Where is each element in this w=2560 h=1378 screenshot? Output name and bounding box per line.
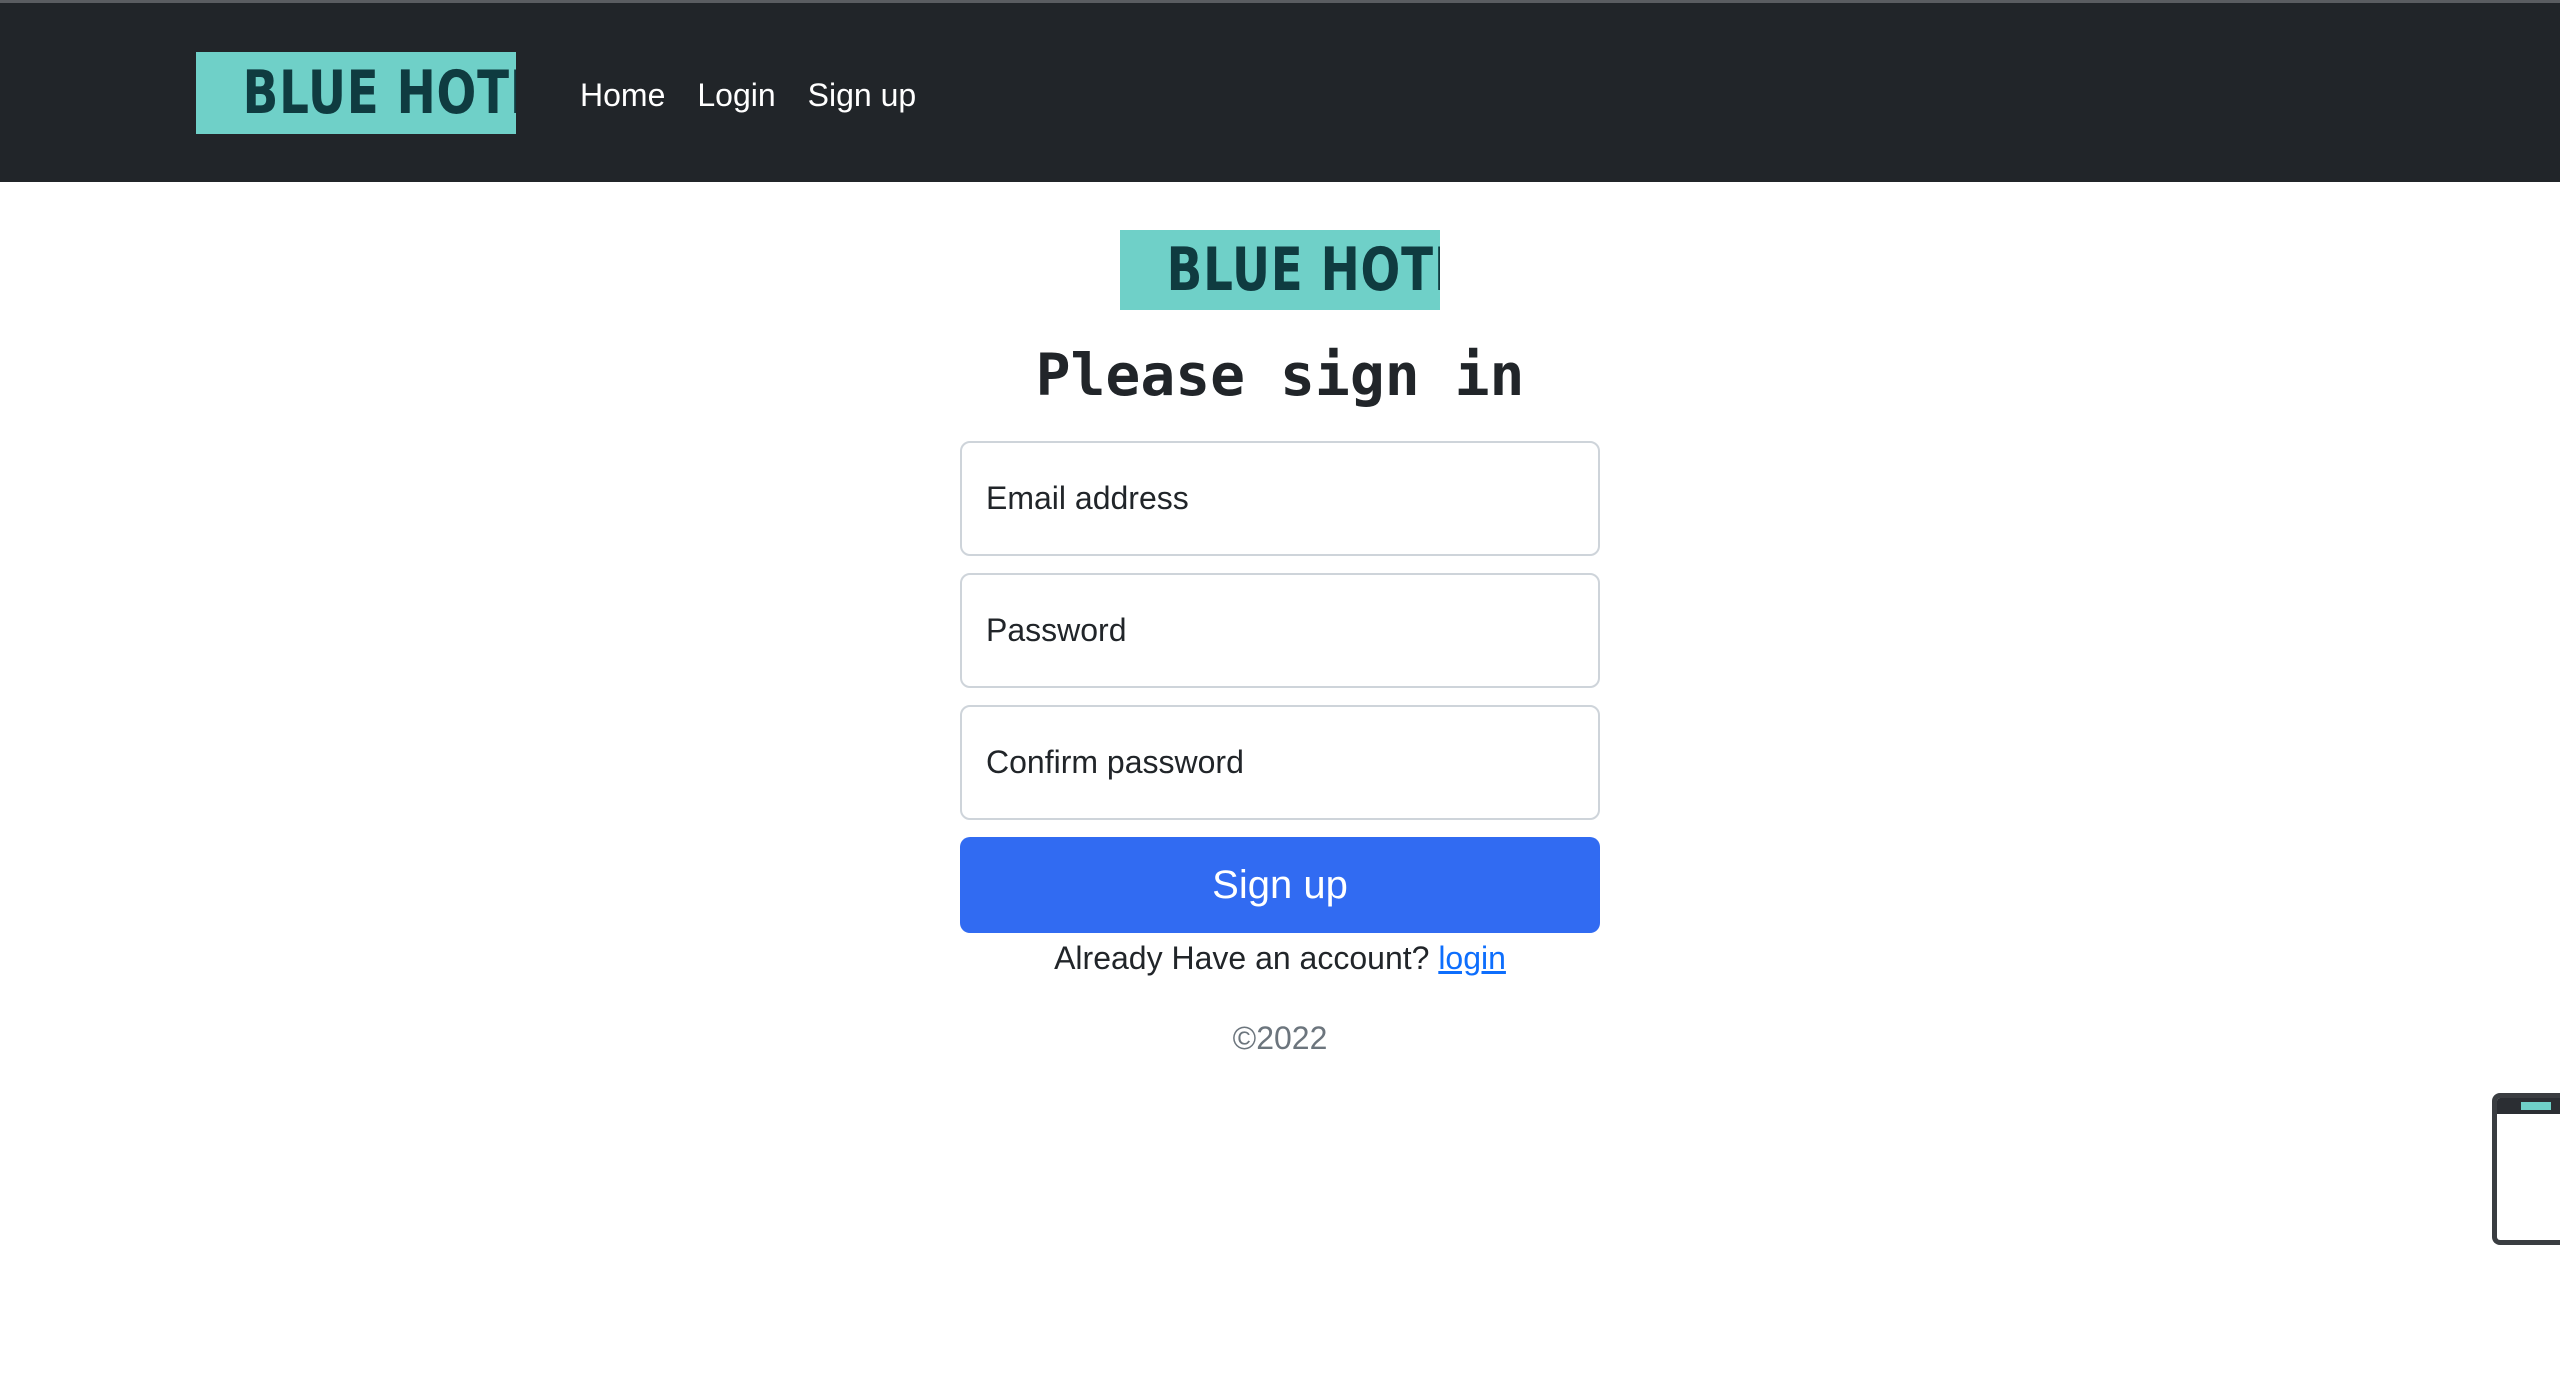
thumbnail-logo — [2521, 1102, 2551, 1110]
nav-link-login[interactable]: Login — [697, 73, 775, 117]
page-preview-thumbnail[interactable] — [2492, 1093, 2560, 1245]
confirm-password-input[interactable] — [962, 707, 1598, 818]
navbar-logo[interactable]: BLUE HOTEL — [196, 52, 516, 134]
login-link[interactable]: login — [1438, 940, 1506, 976]
form-logo: BLUE HOTEL — [1120, 230, 1440, 310]
confirm-password-field-wrapper — [960, 705, 1600, 820]
email-field-wrapper — [960, 441, 1600, 556]
form-logo-text: BLUE HOTEL — [1166, 235, 1440, 305]
existing-account-line: Already Have an account? login — [0, 936, 2560, 980]
nav-link-signup[interactable]: Sign up — [808, 73, 917, 117]
nav-link-home[interactable]: Home — [580, 73, 665, 117]
page-title: Please sign in — [1035, 341, 1525, 409]
navbar-logo-text: BLUE HOTEL — [242, 58, 516, 128]
nav-links: Home Login Sign up — [580, 73, 916, 117]
email-input[interactable] — [962, 443, 1598, 554]
top-navbar: BLUE HOTEL Home Login Sign up — [0, 0, 2560, 182]
copyright-text: ©2022 — [1232, 1020, 1328, 1056]
thumbnail-navbar — [2497, 1098, 2560, 1114]
password-field-wrapper — [960, 573, 1600, 688]
signup-submit-button[interactable]: Sign up — [960, 837, 1600, 933]
password-input[interactable] — [962, 575, 1598, 686]
account-prompt-text: Already Have an account? — [1054, 940, 1430, 976]
